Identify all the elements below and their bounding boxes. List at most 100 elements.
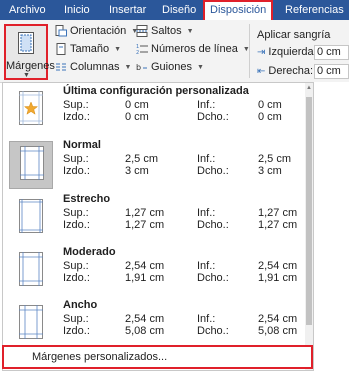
tab-referencias[interactable]: Referencias xyxy=(280,2,349,18)
hyphenation-button[interactable]: b Guiones ▼ xyxy=(136,61,204,73)
svg-text:2: 2 xyxy=(136,50,139,55)
columns-button[interactable]: Columnas ▼ xyxy=(55,61,131,73)
indent-left-row: ⇥ Izquierda: xyxy=(257,46,317,58)
line-numbers-label: Números de línea xyxy=(151,43,238,55)
scroll-up-icon[interactable]: ▲ xyxy=(305,85,313,91)
label-right: Dcho.: xyxy=(197,272,229,284)
label-bottom: Inf.: xyxy=(197,207,216,219)
indent-left-label: Izquierda: xyxy=(268,46,317,58)
value-bottom: 2,5 cm xyxy=(258,153,292,165)
label-right: Dcho.: xyxy=(197,111,229,123)
label-bottom: Inf.: xyxy=(197,260,216,272)
ribbon-tab-bar: Archivo Inicio Insertar Diseño Disposici… xyxy=(0,0,349,22)
chevron-down-icon: ▼ xyxy=(196,63,204,71)
label-right: Dcho.: xyxy=(197,219,229,231)
value-left: 3 cm xyxy=(125,165,149,177)
value-right: 3 cm xyxy=(258,165,282,177)
margin-option-estrecho[interactable]: Estrecho Sup.: 1,27 cm Inf.: 1,27 cm Izd… xyxy=(3,192,303,246)
value-right: 1,91 cm xyxy=(258,272,298,284)
line-numbers-button[interactable]: 12 Números de línea ▼ xyxy=(136,43,250,55)
tab-diseno[interactable]: Diseño xyxy=(157,2,201,18)
document-area xyxy=(314,82,349,371)
value-top: 2,54 cm xyxy=(125,260,165,272)
label-left: Izdo.: xyxy=(63,165,90,177)
label-left: Izdo.: xyxy=(63,219,90,231)
value-bottom: 2,54 cm xyxy=(258,313,298,325)
option-title: Ancho xyxy=(63,299,98,311)
value-right: 5,08 cm xyxy=(258,325,298,337)
orientation-icon xyxy=(55,25,67,37)
breaks-icon xyxy=(136,25,148,37)
option-title: Moderado xyxy=(63,246,116,258)
value-bottom: 0 cm xyxy=(258,99,282,111)
label-bottom: Inf.: xyxy=(197,99,216,111)
margins-icon xyxy=(18,32,34,54)
label-right: Dcho.: xyxy=(197,165,229,177)
margin-option-normal[interactable]: Normal Sup.: 2,5 cm Inf.: 2,5 cm Izdo.: … xyxy=(3,138,303,192)
breaks-button[interactable]: Saltos ▼ xyxy=(136,25,194,37)
margins-button[interactable]: Márgenes ▼ xyxy=(4,24,55,80)
page-icon xyxy=(19,305,43,339)
option-icon-wrap xyxy=(9,141,53,189)
option-title: Normal xyxy=(63,139,101,151)
columns-icon xyxy=(56,63,66,71)
orientation-button[interactable]: Orientación ▼ xyxy=(55,25,138,37)
label-left: Izdo.: xyxy=(63,325,90,337)
margin-option-last-custom[interactable]: Última configuración personalizada Sup.:… xyxy=(3,84,303,138)
margin-option-moderado[interactable]: Moderado Sup.: 2,54 cm Inf.: 2,54 cm Izd… xyxy=(3,245,303,299)
value-left: 5,08 cm xyxy=(125,325,165,337)
page-icon xyxy=(19,252,43,286)
tab-archivo[interactable]: Archivo xyxy=(4,2,51,18)
hyphenation-label: Guiones xyxy=(151,61,192,73)
tab-insertar[interactable]: Insertar xyxy=(104,2,151,18)
indent-group-title: Aplicar sangría xyxy=(257,29,331,41)
custom-margins-label: Márgenes personalizados... xyxy=(32,351,168,363)
indent-left-input[interactable]: 0 cm xyxy=(314,45,349,60)
value-top: 2,54 cm xyxy=(125,313,165,325)
ribbon-panel: Márgenes ▼ Orientación ▼ Tamaño ▼ Columnas… xyxy=(0,20,349,83)
option-icon-wrap xyxy=(9,248,53,296)
label-top: Sup.: xyxy=(63,99,89,111)
value-right: 1,27 cm xyxy=(258,219,298,231)
option-icon-wrap xyxy=(9,195,53,243)
size-button[interactable]: Tamaño ▼ xyxy=(55,43,121,55)
indent-right-icon: ⇤ xyxy=(257,65,266,77)
chevron-down-icon: ▼ xyxy=(114,45,122,53)
margins-button-label: Márgenes xyxy=(6,60,55,72)
scrollbar-thumb[interactable] xyxy=(306,97,312,325)
label-bottom: Inf.: xyxy=(197,153,216,165)
label-bottom: Inf.: xyxy=(197,313,216,325)
option-title: Última configuración personalizada xyxy=(63,85,249,97)
hyphenation-icon: b xyxy=(136,63,147,72)
label-top: Sup.: xyxy=(63,207,89,219)
breaks-label: Saltos xyxy=(151,25,182,37)
value-bottom: 1,27 cm xyxy=(258,207,298,219)
svg-text:b: b xyxy=(136,63,141,72)
tab-inicio[interactable]: Inicio xyxy=(59,2,95,18)
value-left: 1,91 cm xyxy=(125,272,165,284)
indent-right-label: Derecha: xyxy=(268,65,314,77)
option-title: Estrecho xyxy=(63,193,111,205)
option-icon-wrap xyxy=(9,301,53,349)
label-left: Izdo.: xyxy=(63,111,90,123)
chevron-down-icon: ▼ xyxy=(23,72,30,79)
columns-label: Columnas xyxy=(70,61,120,73)
margins-dropdown: ▲ Última configuración personalizada Sup… xyxy=(2,82,314,371)
value-top: 0 cm xyxy=(125,99,149,111)
margin-option-ancho[interactable]: Ancho Sup.: 2,54 cm Inf.: 2,54 cm Izdo.:… xyxy=(3,298,303,352)
label-top: Sup.: xyxy=(63,153,89,165)
label-top: Sup.: xyxy=(63,260,89,272)
value-bottom: 2,54 cm xyxy=(258,260,298,272)
custom-margins-button[interactable]: Márgenes personalizados... xyxy=(2,345,313,369)
value-left: 1,27 cm xyxy=(125,219,165,231)
page-icon xyxy=(20,146,44,180)
indent-right-input[interactable]: 0 cm xyxy=(314,64,349,79)
size-icon xyxy=(56,43,66,55)
chevron-down-icon: ▼ xyxy=(124,63,132,71)
value-top: 2,5 cm xyxy=(125,153,159,165)
size-label: Tamaño xyxy=(70,43,110,55)
orientation-label: Orientación xyxy=(70,25,127,37)
star-page-icon xyxy=(19,91,43,125)
tab-disposicion[interactable]: Disposición xyxy=(202,0,274,22)
value-left: 0 cm xyxy=(125,111,149,123)
